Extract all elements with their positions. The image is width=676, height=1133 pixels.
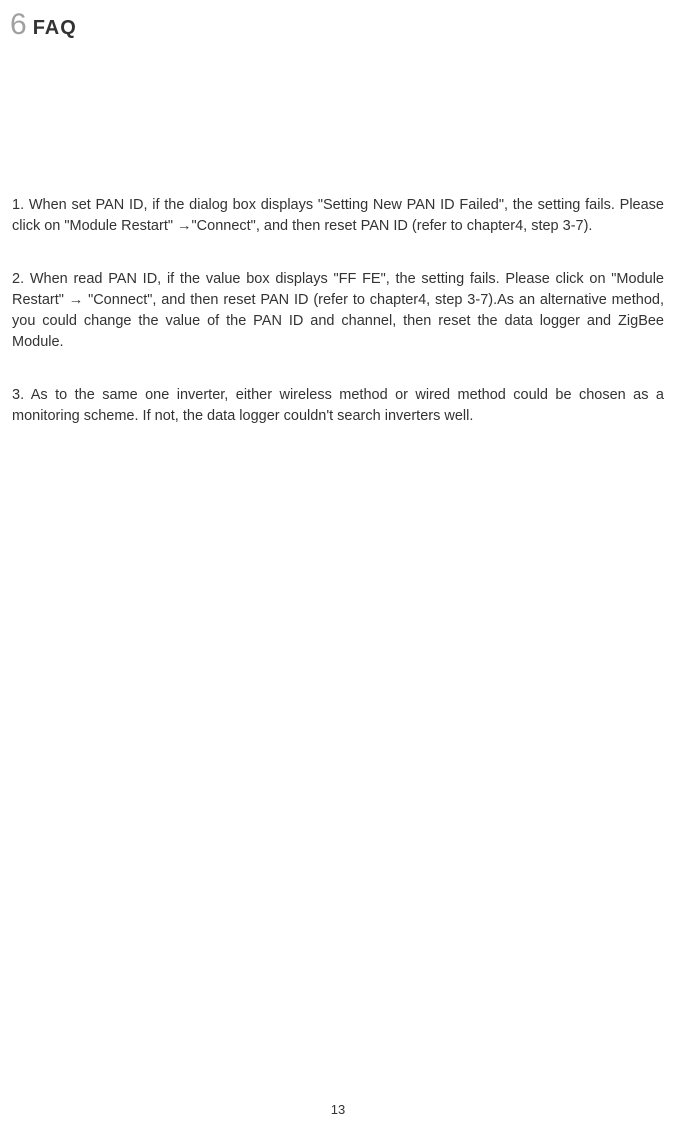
faq-item-2: 2. When read PAN ID, if the value box di… [12,269,664,353]
chapter-header: 6 FAQ [10,8,77,42]
faq-item-3: 3. As to the same one inverter, either w… [12,385,664,427]
page-number: 13 [331,1102,345,1117]
chapter-title: FAQ [33,17,77,40]
chapter-number: 6 [10,8,27,42]
page-content: 1. When set PAN ID, if the dialog box di… [12,195,664,459]
faq-item-1: 1. When set PAN ID, if the dialog box di… [12,195,664,237]
